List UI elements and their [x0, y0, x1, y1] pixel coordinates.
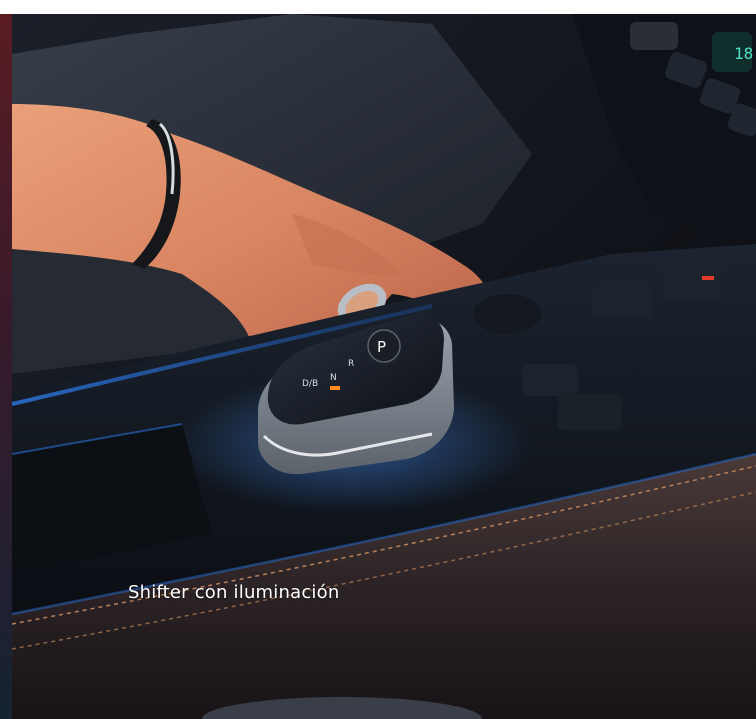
photo-caption: Shifter con iluminación — [128, 582, 340, 603]
gear-d-label: D/B — [302, 379, 318, 389]
gear-n-label: N — [330, 373, 337, 383]
top-white-strip — [0, 0, 756, 14]
gear-r-label: R — [348, 359, 354, 369]
page: 18 P R N D/B Shifter con iluminación — [0, 0, 756, 719]
gear-p-label: P — [377, 338, 386, 356]
svg-text:18: 18 — [734, 44, 753, 63]
car-interior-photo: 18 P R N D/B — [12, 14, 756, 719]
left-edge-strip — [0, 14, 12, 719]
